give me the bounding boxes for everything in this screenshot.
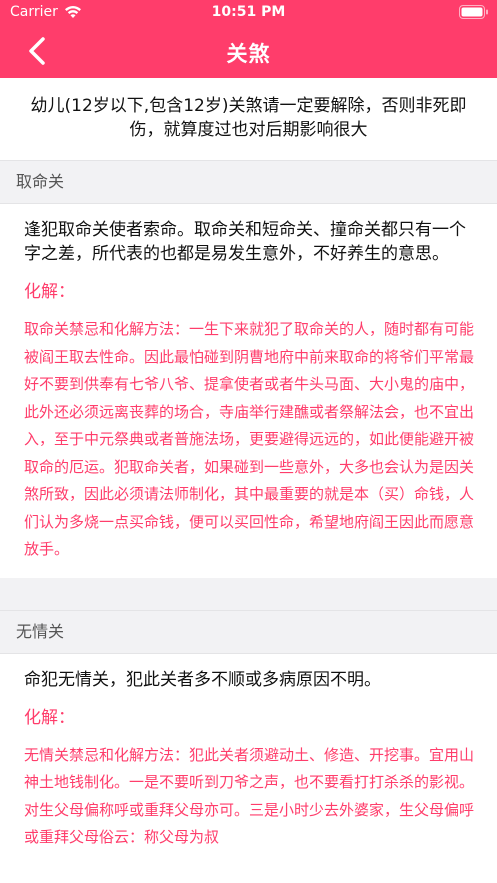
section-card-quming: 逢犯取命关使者索命。取命关和短命关、撞命关都只有一个字之差，所代表的也都是易发生… bbox=[0, 204, 497, 578]
resolve-text: 无情关禁忌和化解方法：犯此关者须避动土、修造、开挖事。宜用山神土地钱制化。一是不… bbox=[24, 745, 475, 847]
section-divider bbox=[0, 577, 497, 610]
section-description: 逢犯取命关使者索命。取命关和短命关、撞命关都只有一个字之差，所代表的也都是易发生… bbox=[24, 220, 466, 264]
header: Carrier 10:51 PM 关煞 bbox=[0, 0, 497, 78]
status-bar: Carrier 10:51 PM bbox=[0, 0, 497, 26]
content-scroll[interactable]: 幼儿(12岁以下,包含12岁)关煞请一定要解除，否则非死即伤，就算度过也对后期影… bbox=[0, 78, 497, 883]
status-time: 10:51 PM bbox=[211, 4, 286, 20]
intro-text: 幼儿(12岁以下,包含12岁)关煞请一定要解除，否则非死即伤，就算度过也对后期影… bbox=[30, 96, 467, 140]
section-header-quming: 取命关 bbox=[0, 160, 497, 204]
section-header-wuqing: 无情关 bbox=[0, 609, 497, 654]
resolve-label: 化解： bbox=[24, 282, 75, 302]
nav-bar: 关煞 bbox=[0, 26, 497, 78]
resolve-label: 化解： bbox=[24, 707, 75, 728]
page-title: 关煞 bbox=[226, 42, 271, 66]
section-description: 命犯无情关，犯此关者多不顺或多病原因不明。 bbox=[24, 669, 381, 690]
section-card-wuqing: 命犯无情关，犯此关者多不顺或多病原因不明。 化解： 无情关禁忌和化解方法：犯此关… bbox=[0, 653, 497, 866]
resolve-text: 取命关禁忌和化解方法：一生下来就犯了取命关的人，随时都有可能被阎王取去性命。因此… bbox=[24, 320, 475, 558]
battery-icon bbox=[459, 5, 489, 19]
